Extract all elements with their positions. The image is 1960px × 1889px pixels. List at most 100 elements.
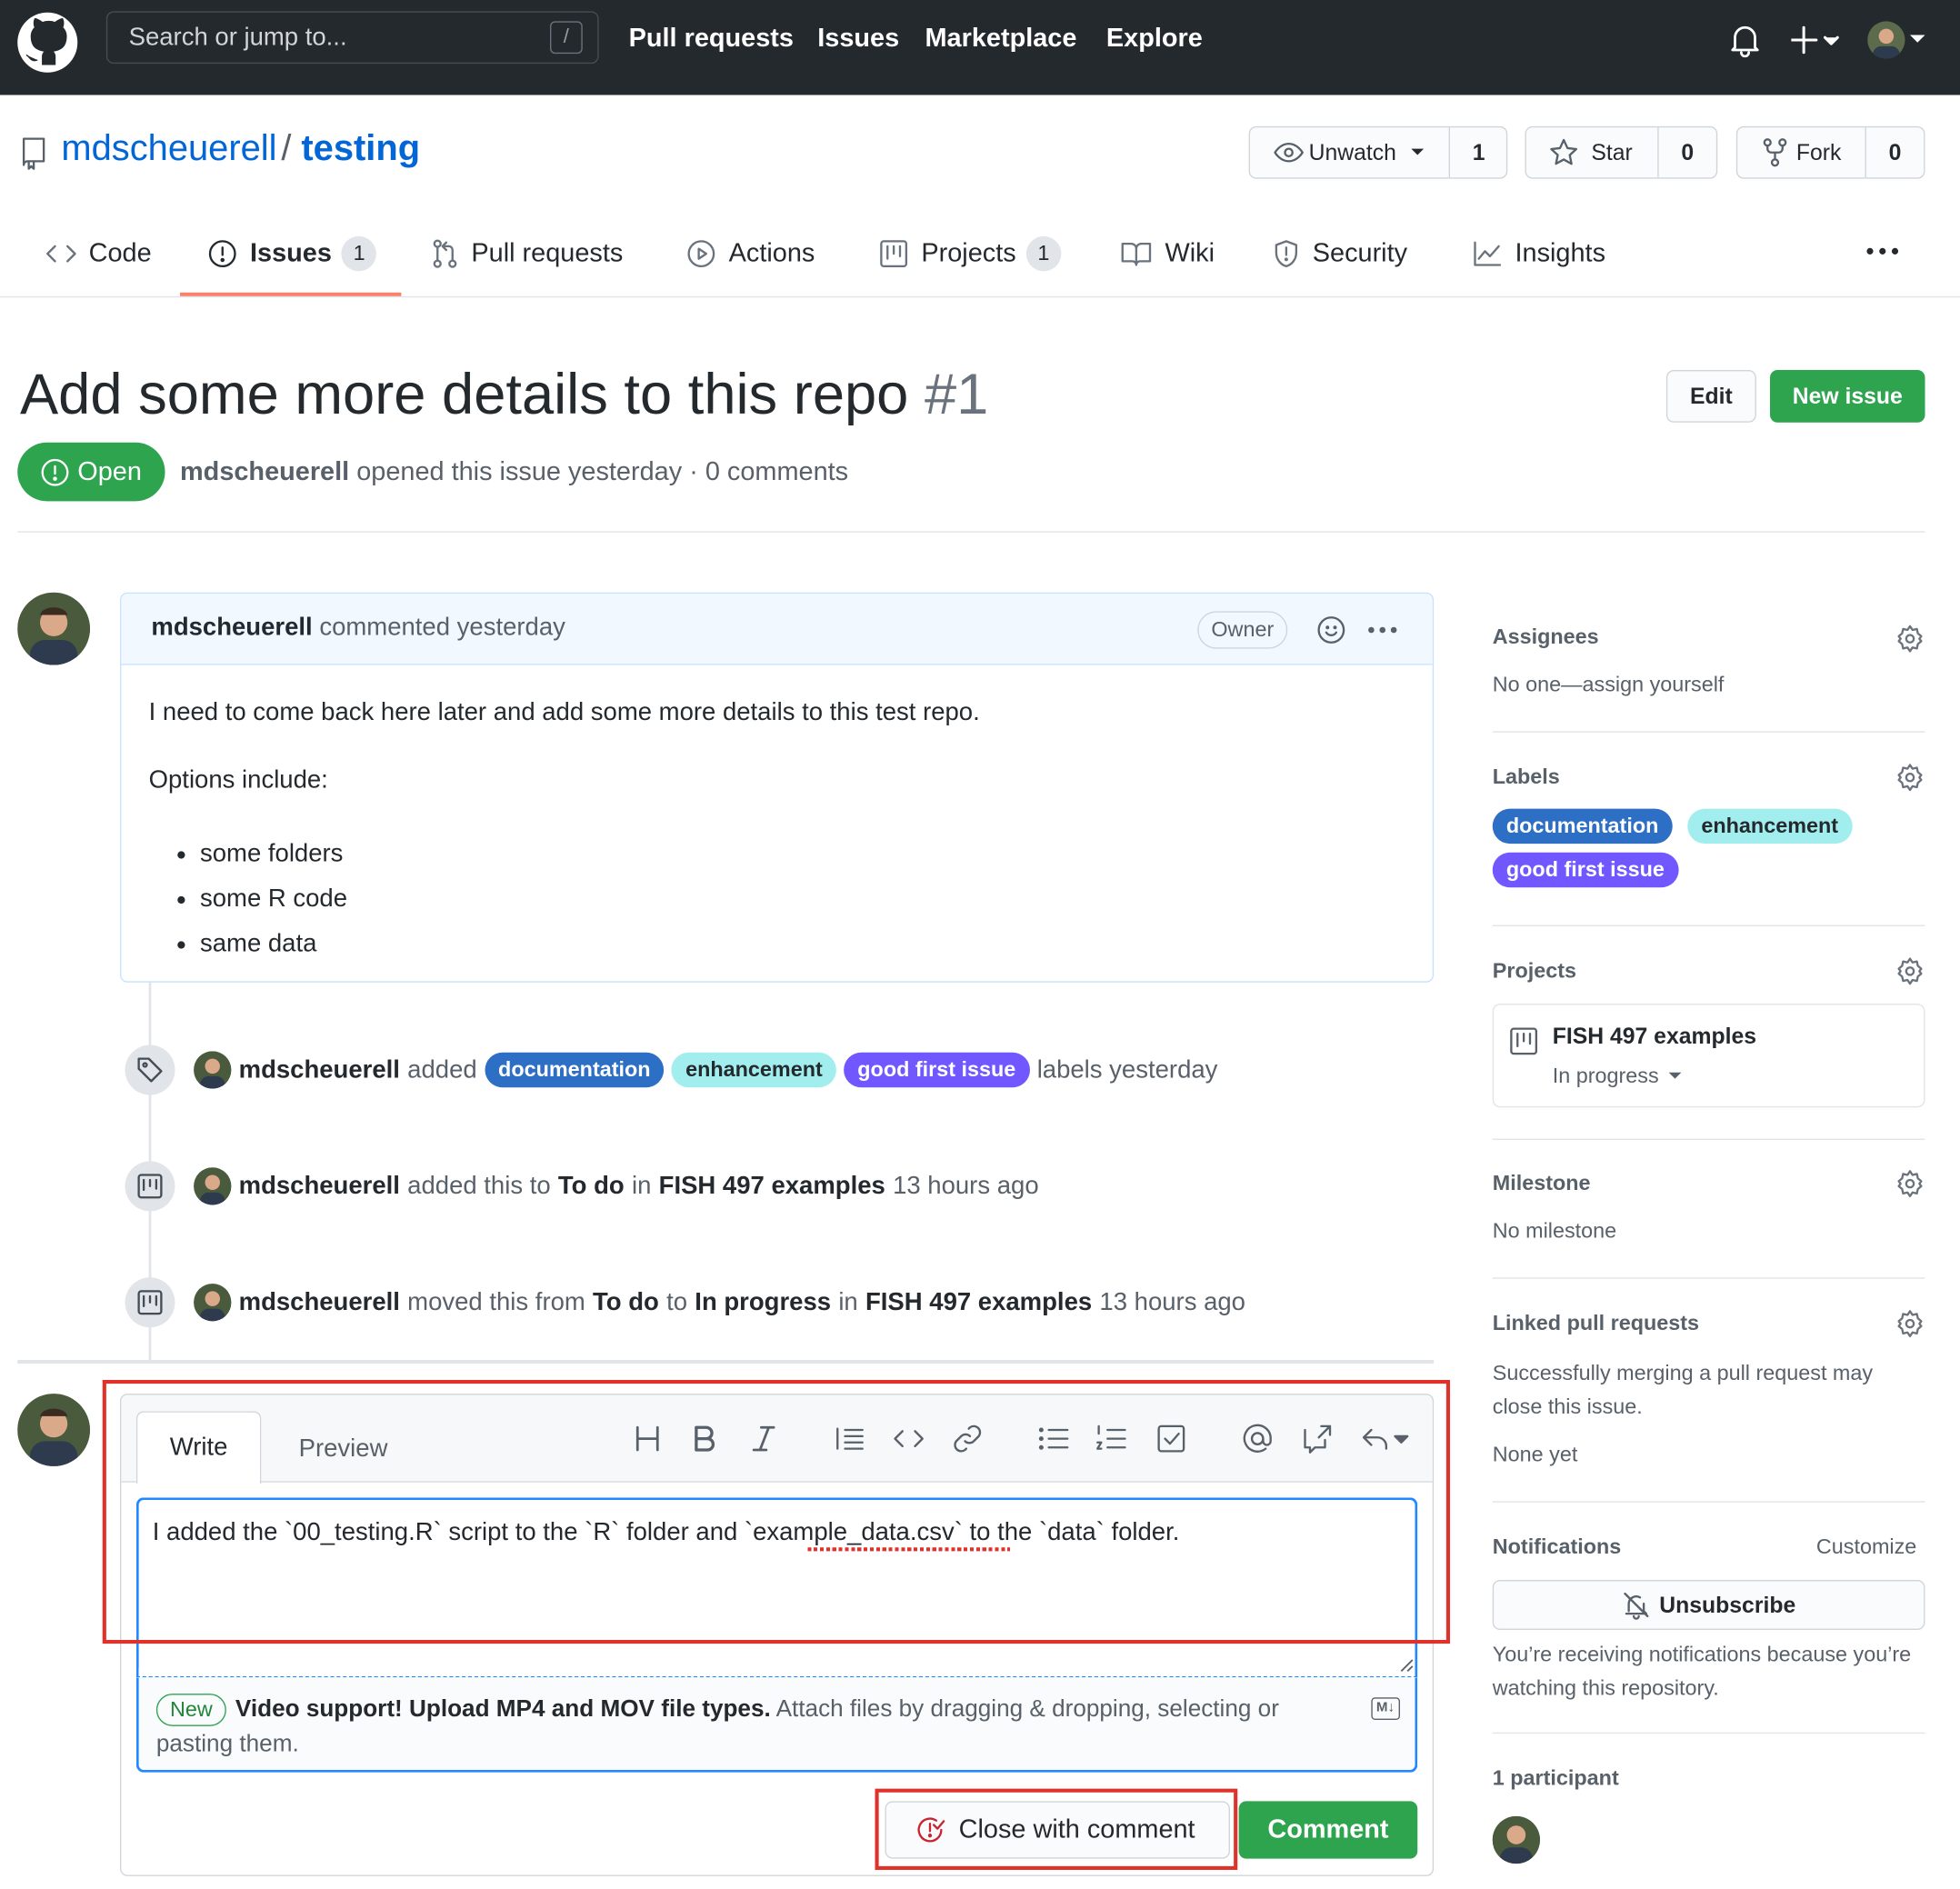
tab-issues[interactable]: Issues 1 [207, 233, 377, 275]
play-icon [687, 240, 715, 268]
github-logo-icon[interactable] [17, 12, 78, 73]
eye-icon [1274, 142, 1304, 163]
plus-icon[interactable] [1791, 25, 1841, 55]
timeline-event-labels: mdscheuerell added documentation enhance… [194, 1051, 1217, 1089]
labels-title[interactable]: Labels [1493, 765, 1560, 791]
projects-title[interactable]: Projects [1493, 959, 1576, 984]
gear-icon[interactable] [1895, 1169, 1925, 1199]
label-good-first-issue[interactable]: good first issue [844, 1052, 1030, 1088]
linked-pr-description: Successfully merging a pull request may … [1492, 1361, 1874, 1419]
event-avatar[interactable] [194, 1284, 232, 1322]
timeline-event-project-added: mdscheuerell added this to To do in FISH… [194, 1167, 1039, 1205]
star-icon [1550, 138, 1578, 165]
event-user-link[interactable]: mdscheuerell [239, 1172, 400, 1201]
chevron-down-icon[interactable] [1909, 34, 1926, 46]
comment-options-list: some folders some R code same data [200, 831, 347, 966]
kebab-menu-icon[interactable] [1366, 625, 1399, 635]
file-attach-bar[interactable]: New Video support! Upload MP4 and MOV fi… [135, 1677, 1418, 1773]
nav-explore[interactable]: Explore [1106, 24, 1203, 54]
gear-icon[interactable] [1895, 624, 1925, 654]
tab-insights[interactable]: Insights [1473, 233, 1605, 275]
comment-button[interactable]: Comment [1238, 1801, 1418, 1859]
fork-count[interactable]: 0 [1866, 127, 1924, 177]
gear-icon[interactable] [1895, 1309, 1925, 1339]
highlight-box-close-button [875, 1788, 1238, 1870]
event-avatar[interactable] [194, 1051, 232, 1089]
assignees-value[interactable]: No one—assign yourself [1493, 673, 1725, 698]
project-link[interactable]: FISH 497 examples [659, 1172, 885, 1201]
event-user-link[interactable]: mdscheuerell [239, 1288, 400, 1317]
unwatch-button[interactable]: Unwatch [1250, 127, 1450, 178]
git-pull-request-icon [433, 239, 457, 268]
sidebar-divider [1492, 1501, 1925, 1503]
nav-pull-requests[interactable]: Pull requests [629, 24, 794, 54]
sidebar-label-good-first-issue[interactable]: good first issue [1492, 852, 1679, 888]
project-link[interactable]: FISH 497 examples [865, 1288, 1092, 1317]
watch-count[interactable]: 1 [1450, 127, 1507, 177]
repo-name-link[interactable]: testing [301, 129, 420, 170]
current-user-avatar[interactable] [17, 1394, 90, 1466]
star-count[interactable]: 0 [1659, 127, 1716, 177]
linked-pr-value: None yet [1492, 1442, 1578, 1466]
milestone-value: No milestone [1492, 1218, 1617, 1243]
comment-body-text: I need to come back here later and add s… [148, 698, 980, 726]
markdown-icon[interactable]: M↓ [1371, 1697, 1400, 1720]
comment-author-avatar[interactable] [17, 592, 90, 665]
fork-button[interactable]: Fork [1737, 127, 1866, 178]
timeline-bottom-border [17, 1360, 1435, 1364]
project-status-dropdown[interactable]: In progress [1553, 1064, 1684, 1089]
comment-author-link[interactable]: mdscheuerell [151, 614, 312, 641]
tab-pull-requests[interactable]: Pull requests [431, 233, 623, 275]
repo-owner-link[interactable]: mdscheuerell [61, 129, 276, 170]
event-user-link[interactable]: mdscheuerell [239, 1055, 400, 1084]
nav-marketplace[interactable]: Marketplace [925, 24, 1077, 54]
event-avatar[interactable] [194, 1167, 232, 1205]
bell-icon[interactable] [1729, 23, 1762, 58]
project-name[interactable]: FISH 497 examples [1553, 1024, 1756, 1050]
watch-button-group: Unwatch 1 [1248, 125, 1508, 179]
sidebar-divider [1492, 1277, 1925, 1279]
tab-wiki[interactable]: Wiki [1120, 233, 1215, 275]
resize-handle-icon[interactable] [1399, 1657, 1415, 1673]
label-enhancement[interactable]: enhancement [671, 1052, 836, 1088]
star-button[interactable]: Star [1526, 127, 1659, 178]
edit-button[interactable]: Edit [1665, 370, 1756, 423]
highlight-box-editor [102, 1380, 1450, 1644]
linked-pr-title[interactable]: Linked pull requests [1493, 1311, 1699, 1336]
issue-number: #1 [924, 361, 989, 426]
timeline-event-project-moved: mdscheuerell moved this from To do to In… [194, 1284, 1245, 1322]
sidebar-label-enhancement[interactable]: enhancement [1687, 808, 1853, 845]
user-avatar[interactable] [1867, 21, 1905, 59]
comment-options-text: Options include: [148, 765, 328, 795]
book-icon [1121, 242, 1152, 266]
list-item: some R code [200, 876, 347, 922]
tab-actions[interactable]: Actions [686, 233, 815, 275]
customize-link[interactable]: Customize [1816, 1535, 1916, 1561]
unsubscribe-button[interactable]: Unsubscribe [1492, 1580, 1925, 1630]
tab-security[interactable]: Security [1273, 233, 1407, 275]
sidebar-label-documentation[interactable]: documentation [1492, 808, 1673, 845]
tab-projects[interactable]: Projects 1 [879, 233, 1062, 275]
sidebar-divider [1492, 1732, 1925, 1734]
list-item: same data [200, 921, 347, 966]
project-card[interactable]: FISH 497 examples In progress [1492, 1004, 1925, 1108]
graph-icon [1474, 241, 1502, 266]
assignees-title[interactable]: Assignees [1493, 625, 1599, 651]
file-attach-notice: New Video support! Upload MP4 and MOV fi… [155, 1693, 1332, 1763]
new-issue-button[interactable]: New issue [1770, 370, 1925, 423]
shield-icon [1275, 240, 1298, 268]
gear-icon[interactable] [1895, 956, 1925, 986]
issue-state-badge: Open [17, 442, 165, 502]
nav-issues[interactable]: Issues [817, 24, 899, 54]
tag-icon [125, 1044, 175, 1095]
search-input[interactable]: Search or jump to... / [105, 11, 599, 65]
gear-icon[interactable] [1895, 763, 1925, 793]
more-tabs-icon[interactable] [1865, 246, 1901, 256]
issue-author-link[interactable]: mdscheuerell [180, 457, 349, 486]
comment-time[interactable]: commented yesterday [319, 614, 565, 641]
milestone-title[interactable]: Milestone [1493, 1171, 1591, 1196]
label-documentation[interactable]: documentation [484, 1052, 665, 1088]
tab-code[interactable]: Code [46, 233, 152, 275]
participant-avatar[interactable] [1492, 1815, 1540, 1864]
smiley-icon[interactable] [1316, 615, 1346, 645]
